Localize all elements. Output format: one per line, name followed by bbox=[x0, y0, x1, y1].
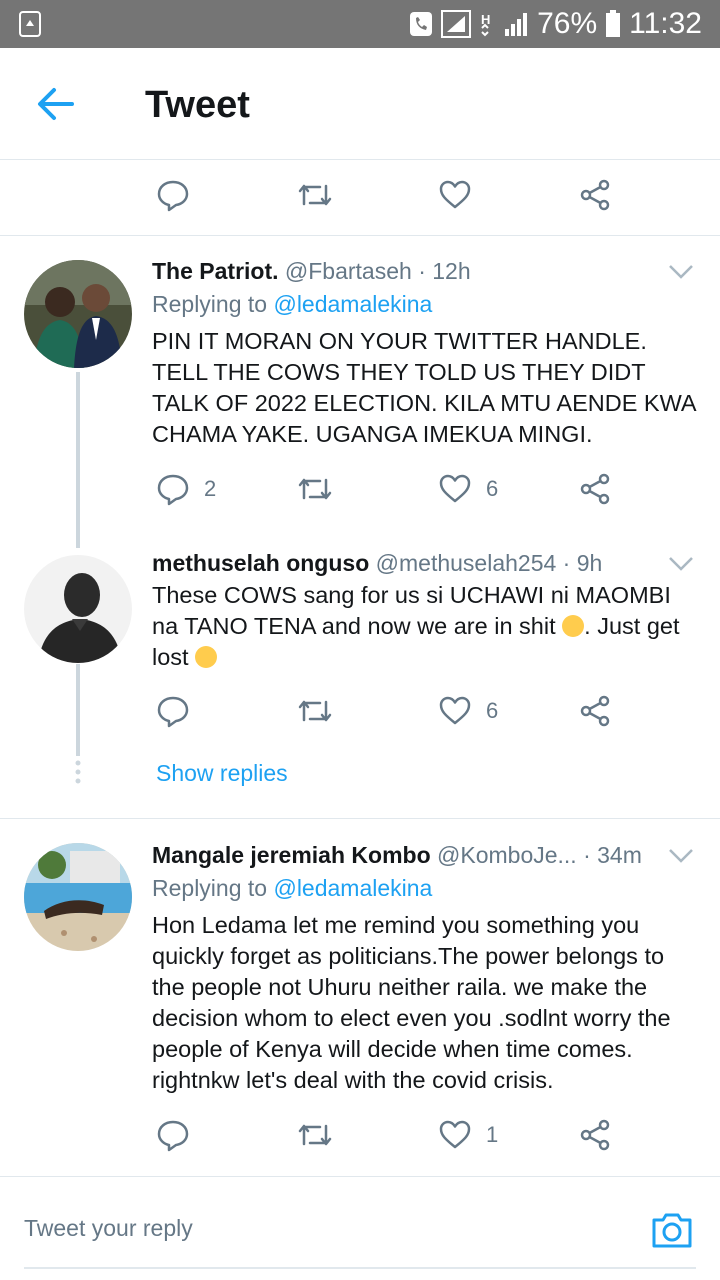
author-handle[interactable]: @methuselah254 bbox=[376, 550, 557, 576]
retweet-button[interactable] bbox=[296, 1115, 334, 1155]
like-count: 1 bbox=[486, 1122, 499, 1147]
heart-icon bbox=[439, 180, 471, 209]
divider bbox=[0, 818, 720, 819]
h-plus-icon: H bbox=[481, 12, 490, 37]
divider bbox=[0, 235, 720, 236]
header: Tweet bbox=[0, 48, 720, 160]
heart-icon bbox=[439, 474, 471, 503]
share-button[interactable] bbox=[578, 469, 612, 509]
replying-label: Replying to bbox=[152, 291, 268, 317]
tweet-actions: 1 bbox=[0, 1115, 720, 1155]
heart-icon bbox=[439, 1120, 471, 1149]
signal-icon bbox=[505, 13, 528, 36]
battery-icon bbox=[606, 10, 621, 37]
retweet-icon bbox=[298, 1124, 332, 1146]
author-name[interactable]: Mangale jeremiah Kombo bbox=[152, 842, 431, 868]
retweet-button[interactable] bbox=[296, 691, 334, 731]
page-title: Tweet bbox=[145, 84, 250, 126]
author-handle[interactable]: @Fbartaseh bbox=[285, 258, 412, 284]
like-button[interactable]: 6 bbox=[438, 469, 498, 509]
share-icon bbox=[580, 695, 610, 727]
phone-icon bbox=[410, 12, 433, 36]
retweet-icon bbox=[298, 184, 332, 206]
chevron-down-icon[interactable] bbox=[668, 848, 694, 864]
tweet-text: Hon Ledama let me remind you something y… bbox=[152, 912, 671, 1093]
heart-icon bbox=[439, 696, 471, 725]
smirk-emoji-icon bbox=[195, 646, 218, 668]
tweet-text: These COWS sang for us si UCHAWI ni MAOM… bbox=[152, 580, 697, 673]
tweet-header: methuselah onguso @methuselah254 · 9h bbox=[152, 550, 602, 577]
tweet-time: · 12h bbox=[418, 258, 471, 284]
tweet-header: Mangale jeremiah Kombo @KomboJe... · 34m bbox=[152, 842, 642, 869]
tweet-header: The Patriot. @Fbartaseh · 12h bbox=[152, 258, 471, 285]
like-button[interactable]: 1 bbox=[438, 1115, 498, 1155]
thread-line bbox=[76, 372, 80, 548]
more-dots-icon bbox=[75, 760, 81, 784]
author-handle[interactable]: @KomboJe... bbox=[437, 842, 577, 868]
replying-to: Replying to @ledamalekina bbox=[152, 291, 432, 318]
like-button[interactable] bbox=[438, 175, 472, 215]
reply-button[interactable] bbox=[156, 691, 190, 731]
status-bar: H 76% 11:32 bbox=[0, 0, 720, 48]
share-icon bbox=[580, 473, 610, 505]
share-button[interactable] bbox=[578, 691, 612, 731]
reply-icon bbox=[157, 474, 189, 506]
reply-count: 2 bbox=[204, 476, 217, 501]
reply-icon bbox=[157, 180, 189, 212]
like-button[interactable]: 6 bbox=[438, 691, 498, 731]
expressionless-emoji-icon bbox=[562, 615, 585, 637]
status-icons: H 76% 11:32 bbox=[409, 0, 702, 48]
reply-button[interactable]: 2 bbox=[156, 469, 216, 509]
share-button[interactable] bbox=[578, 175, 612, 215]
retweet-button[interactable] bbox=[296, 175, 334, 215]
share-button[interactable] bbox=[578, 1115, 612, 1155]
reply-bar: Tweet your reply bbox=[0, 1176, 720, 1280]
like-count: 6 bbox=[486, 476, 499, 501]
chevron-down-icon[interactable] bbox=[668, 264, 694, 280]
share-icon bbox=[580, 1119, 610, 1151]
arrow-left-icon[interactable] bbox=[34, 84, 78, 124]
chevron-down-icon[interactable] bbox=[668, 556, 694, 572]
avatar[interactable] bbox=[24, 260, 132, 368]
avatar[interactable] bbox=[24, 843, 132, 951]
clock: 11:32 bbox=[629, 7, 702, 40]
main-tweet-actions bbox=[0, 175, 720, 215]
show-replies-link[interactable]: Show replies bbox=[156, 760, 288, 787]
camera-icon[interactable] bbox=[650, 1210, 694, 1250]
recycle-icon bbox=[19, 11, 41, 37]
author-name[interactable]: methuselah onguso bbox=[152, 550, 369, 576]
tweet-actions: 6 bbox=[0, 691, 720, 731]
signal-icon bbox=[441, 10, 472, 38]
tweet-actions: 2 6 bbox=[0, 469, 720, 509]
avatar[interactable] bbox=[24, 555, 132, 663]
battery-percent: 76% bbox=[537, 7, 598, 40]
reply-icon bbox=[157, 1120, 189, 1152]
like-count: 6 bbox=[486, 698, 499, 723]
share-icon bbox=[580, 179, 610, 211]
retweet-icon bbox=[298, 478, 332, 500]
mention-link[interactable]: @ledamalekina bbox=[273, 291, 432, 317]
reply-button[interactable] bbox=[156, 175, 190, 215]
reply-input[interactable]: Tweet your reply bbox=[24, 1215, 193, 1242]
tweet-text: PIN IT MORAN ON YOUR TWITTER HANDLE. TEL… bbox=[152, 328, 696, 447]
reply-icon bbox=[157, 696, 189, 728]
retweet-button[interactable] bbox=[296, 469, 334, 509]
replying-label: Replying to bbox=[152, 875, 268, 901]
mention-link[interactable]: @ledamalekina bbox=[273, 875, 432, 901]
tweet-time: · 34m bbox=[583, 842, 642, 868]
author-name[interactable]: The Patriot. bbox=[152, 258, 279, 284]
reply-button[interactable] bbox=[156, 1115, 190, 1155]
retweet-icon bbox=[298, 700, 332, 722]
replying-to: Replying to @ledamalekina bbox=[152, 875, 432, 902]
reply-underline bbox=[24, 1267, 696, 1269]
tweet-time: · 9h bbox=[562, 550, 603, 576]
